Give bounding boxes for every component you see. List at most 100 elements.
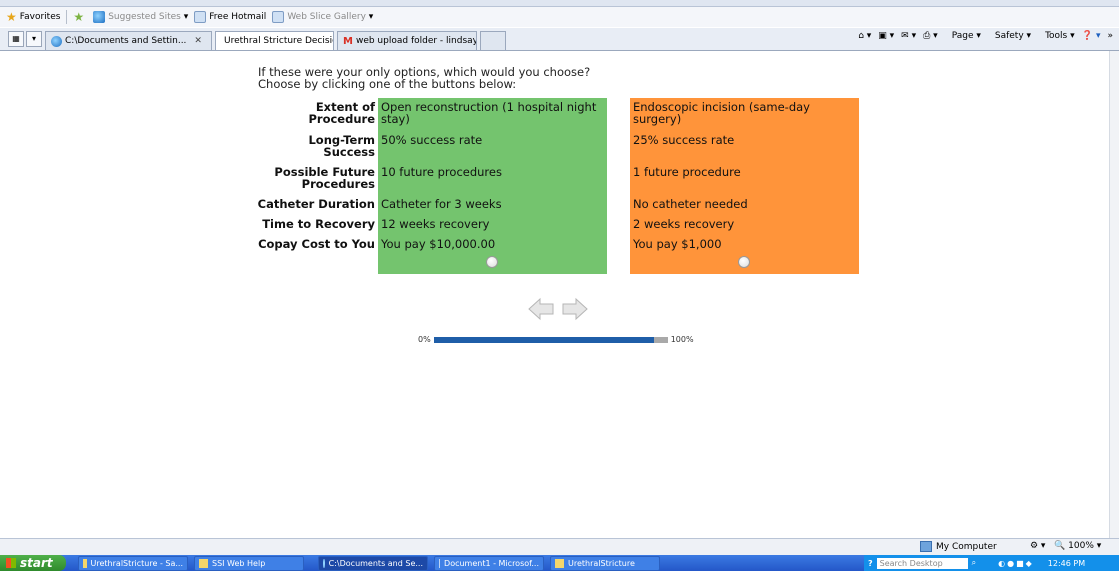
tab-web-upload-folder[interactable]: M web upload folder - lindsay.h... <box>337 31 477 50</box>
web-slice-gallery-label: Web Slice Gallery <box>287 12 366 22</box>
vertical-scrollbar[interactable] <box>1109 51 1119 538</box>
mail-icon[interactable]: ✉ ▾ <box>901 31 916 41</box>
option-b-radio[interactable] <box>738 256 750 268</box>
next-arrow-icon[interactable] <box>562 297 588 321</box>
free-hotmail-label: Free Hotmail <box>209 12 267 22</box>
start-label: start <box>20 556 53 570</box>
option-b-future-procedures: 1 future procedure <box>633 165 741 179</box>
close-icon[interactable]: ✕ <box>194 36 202 46</box>
quick-tabs-icon[interactable]: ▦ <box>8 31 24 47</box>
option-b-copay: You pay $1,000 <box>633 237 722 251</box>
attribute-label-future-procedures: Possible Future Procedures <box>274 165 375 191</box>
safety-menu-label: Safety <box>994 31 1024 41</box>
tab-list-chevron-icon[interactable]: ▾ <box>26 31 42 47</box>
home-icon[interactable]: ⌂ ▾ <box>858 31 871 41</box>
ie-icon <box>51 35 62 47</box>
chevron-down-icon: ▾ <box>180 12 189 22</box>
browser-menu-strip <box>0 0 1119 7</box>
tools-menu-label: Tools <box>1045 31 1068 41</box>
system-tray: ? Search Desktop ⌕ ◐●■◆ 12:46 PM <box>864 555 1119 571</box>
zoom-icon: 🔍 <box>1054 541 1066 551</box>
help-icon[interactable]: ❓ ▾ <box>1082 31 1101 41</box>
progress-indicator: 0% 100% <box>418 335 694 344</box>
word-icon <box>439 558 441 568</box>
favorites-bar: ★ Favorites ★ Suggested Sites ▾ Free Hot… <box>0 7 1119 27</box>
help-app-icon <box>199 558 208 568</box>
add-favorite-icon: ★ <box>73 10 85 24</box>
attribute-label-success: Long-Term Success <box>308 133 375 159</box>
attribute-label-copay: Copay Cost to You <box>258 237 375 251</box>
help-tray-icon[interactable]: ? <box>868 559 873 568</box>
suggested-sites-link[interactable]: Suggested Sites ▾ <box>93 11 188 23</box>
taskbar-item-label: SSI Web Help <box>212 558 266 568</box>
taskbar-item-label: UrethralStricture <box>568 558 635 568</box>
favorites-label: Favorites <box>19 12 61 22</box>
free-hotmail-link[interactable]: Free Hotmail <box>194 11 266 23</box>
tab-label: C:\Documents and Settin... <box>65 36 187 46</box>
windows-logo-icon <box>6 558 16 568</box>
search-icon[interactable]: ⌕ <box>972 558 976 568</box>
question-line-2: Choose by clicking one of the buttons be… <box>258 77 517 91</box>
taskbar-item-label: UrethralStricture - Sa... <box>90 558 183 568</box>
feeds-icon[interactable]: ▣ ▾ <box>878 31 894 41</box>
chevron-down-icon: ▾ <box>365 12 374 22</box>
ie-icon <box>323 558 325 568</box>
safety-menu[interactable]: Safety ▾ <box>988 31 1031 41</box>
taskbar-item-document1[interactable]: Document1 - Microsof... <box>434 555 544 571</box>
taskbar-item-documents[interactable]: C:\Documents and Se... <box>318 555 428 571</box>
add-favorite-button[interactable]: ★ <box>73 11 87 23</box>
option-b-catheter: No catheter needed <box>633 197 748 211</box>
suggested-sites-label: Suggested Sites <box>108 12 181 22</box>
taskbar-item-urethral-sa[interactable]: UrethralStricture - Sa... <box>78 555 188 571</box>
survey-navigation <box>528 297 596 321</box>
option-b-success: 25% success rate <box>633 133 735 147</box>
taskbar-item-label: Document1 - Microsof... <box>444 558 539 568</box>
progress-max-label: 100% <box>670 335 694 344</box>
tray-icons[interactable]: ◐●■◆ <box>998 559 1034 568</box>
protected-mode-icon: ⚙ ▾ <box>1030 541 1052 551</box>
option-a-recovery: 12 weeks recovery <box>381 217 490 231</box>
option-a-radio[interactable] <box>486 256 498 268</box>
start-button[interactable]: start <box>0 555 66 571</box>
page-menu-label: Page <box>951 31 974 41</box>
chevron-down-icon: ▾ <box>1096 541 1102 551</box>
option-a-copay: You pay $10,000.00 <box>381 237 496 251</box>
page-icon <box>272 11 285 23</box>
zone-label: My Computer <box>936 541 997 552</box>
gmail-icon: M <box>343 35 353 47</box>
progress-track <box>433 336 668 343</box>
taskbar-item-urethral-folder[interactable]: UrethralStricture <box>550 555 660 571</box>
ie-icon <box>93 11 106 23</box>
taskbar-item-ssi-web-help[interactable]: SSI Web Help <box>194 555 304 571</box>
zoom-level: 100% <box>1068 541 1094 551</box>
star-icon: ★ <box>6 10 17 24</box>
web-slice-gallery-link[interactable]: Web Slice Gallery ▾ <box>272 11 373 23</box>
option-a-catheter: Catheter for 3 weeks <box>381 197 502 211</box>
tab-documents[interactable]: C:\Documents and Settin... ✕ <box>45 31 212 50</box>
clock: 12:46 PM <box>1047 558 1086 568</box>
command-bar: ⌂ ▾ ▣ ▾ ✉ ▾ ⎙ ▾ Page ▾ Safety ▾ Tools ▾ … <box>851 31 1113 41</box>
progress-fill <box>433 336 654 343</box>
taskbar-item-label: C:\Documents and Se... <box>328 558 423 568</box>
tab-label: web upload folder - lindsay.h... <box>355 36 477 46</box>
tab-label: Urethral Stricture Decision A... <box>224 36 333 46</box>
tools-menu[interactable]: Tools ▾ <box>1038 31 1075 41</box>
desktop-search-input[interactable]: Search Desktop <box>876 557 968 569</box>
favorites-button[interactable]: ★ Favorites <box>6 11 60 23</box>
chevron-more-icon[interactable]: » <box>1107 31 1113 41</box>
attribute-label-recovery: Time to Recovery <box>262 217 375 231</box>
new-tab-button[interactable] <box>480 31 506 50</box>
back-arrow-icon[interactable] <box>528 297 554 321</box>
zoom-control[interactable]: ⚙ ▾ 🔍 100% ▾ <box>1030 541 1101 551</box>
tab-urethral-stricture[interactable]: Urethral Stricture Decision A... <box>215 31 334 50</box>
survey-question: If these were your only options, which w… <box>258 66 590 90</box>
app-icon <box>83 558 87 568</box>
option-b-card[interactable]: Endoscopic incision (same-day surgery) 2… <box>630 98 859 274</box>
option-b-extent: Endoscopic incision (same-day surgery) <box>633 100 810 126</box>
option-a-card[interactable]: Open reconstruction (1 hospital night st… <box>378 98 607 274</box>
page-icon <box>194 11 207 23</box>
favorites-separator <box>66 10 68 24</box>
print-icon[interactable]: ⎙ ▾ <box>923 31 938 41</box>
option-a-success: 50% success rate <box>381 133 483 147</box>
page-menu[interactable]: Page ▾ <box>945 31 981 41</box>
